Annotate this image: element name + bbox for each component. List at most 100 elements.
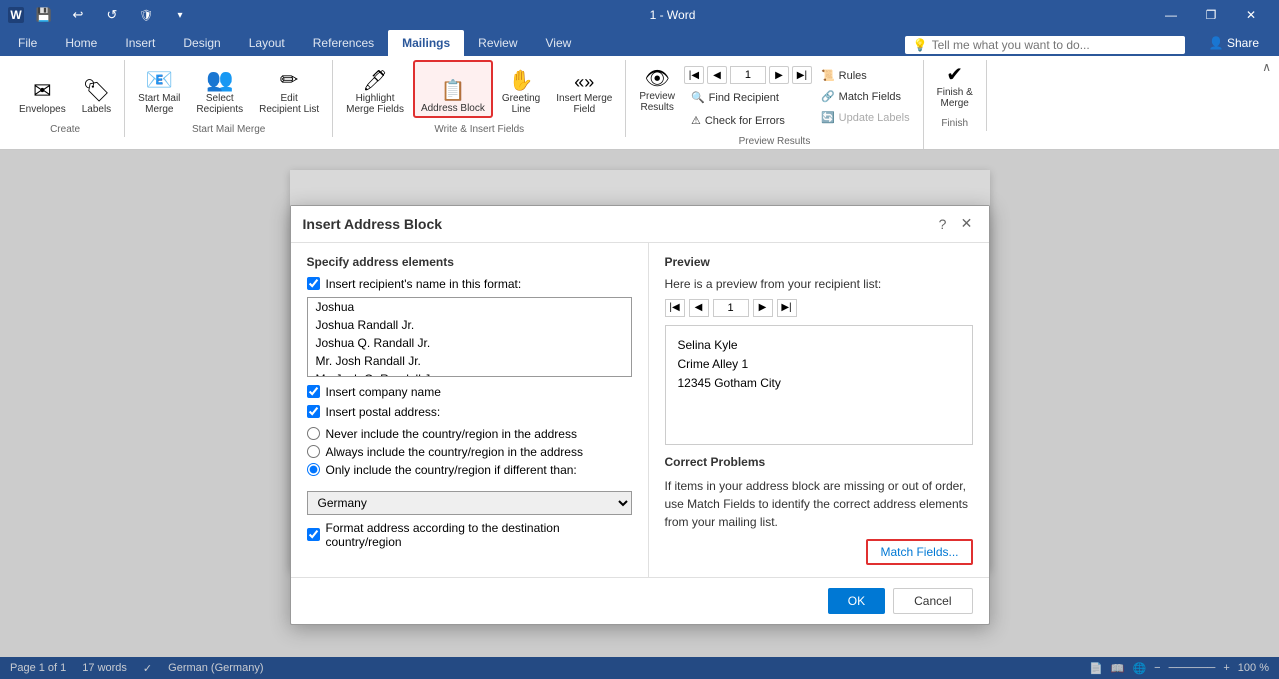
preview-nav-next[interactable]: ▶ — [753, 299, 773, 317]
tab-design[interactable]: Design — [169, 30, 234, 56]
select-recipients-label: SelectRecipients — [196, 93, 243, 115]
dialog-close-button[interactable]: ✕ — [957, 214, 977, 234]
rules-button[interactable]: 📜 Rules — [814, 66, 917, 85]
name-format-list[interactable]: Joshua Joshua Randall Jr. Joshua Q. Rand… — [307, 297, 632, 377]
create-group-label: Create — [50, 122, 80, 137]
correct-problems-section: Correct Problems If items in your addres… — [665, 455, 973, 531]
preview-nav-first[interactable]: |◀ — [665, 299, 685, 317]
qat-dropdown-button[interactable]: ▾ — [166, 1, 194, 29]
tab-layout[interactable]: Layout — [235, 30, 299, 56]
preview-line3: 12345 Gotham City — [678, 374, 960, 393]
restore-button[interactable]: ❐ — [1191, 0, 1231, 30]
app-window: W 💾 ↩ ↺ 🛡 ▾ 1 - Word — ❐ ✕ File Home Ins… — [0, 0, 1279, 679]
preview-nav-last[interactable]: ▶| — [777, 299, 797, 317]
tab-references[interactable]: References — [299, 30, 388, 56]
document-title: 1 - Word — [194, 8, 1151, 22]
start-mail-merge-button[interactable]: 📧 Start MailMerge — [131, 60, 187, 118]
insert-postal-checkbox[interactable] — [307, 405, 320, 418]
preview-nav: |◀ ◀ ▶ ▶| — [665, 299, 973, 317]
ok-button[interactable]: OK — [828, 588, 885, 614]
insert-name-checkbox[interactable] — [307, 277, 320, 290]
dialog-footer: OK Cancel — [291, 577, 989, 624]
protect-button[interactable]: 🛡 — [132, 1, 160, 29]
ribbon-group-start-items: 📧 Start MailMerge 👥 SelectRecipients ✏ E… — [131, 60, 326, 120]
insert-name-row: Insert recipient's name in this format: — [307, 277, 632, 291]
nav-last-button[interactable]: ▶| — [792, 66, 812, 84]
tab-mailings[interactable]: Mailings — [388, 30, 464, 56]
radio-never[interactable] — [307, 427, 320, 440]
highlight-merge-fields-button[interactable]: 🖊 HighlightMerge Fields — [339, 60, 411, 118]
minimize-button[interactable]: — — [1151, 0, 1191, 30]
name-option-joshua[interactable]: Joshua — [308, 298, 631, 316]
dialog-help-button[interactable]: ? — [933, 214, 953, 234]
tab-insert[interactable]: Insert — [111, 30, 169, 56]
nav-prev-button[interactable]: ◀ — [707, 66, 727, 84]
name-option-joshua-randall[interactable]: Joshua Randall Jr. — [308, 316, 631, 334]
title-bar-left: W 💾 ↩ ↺ 🛡 ▾ — [8, 1, 194, 29]
nav-first-button[interactable]: |◀ — [684, 66, 704, 84]
edit-recipient-list-button[interactable]: ✏ EditRecipient List — [252, 60, 326, 118]
tab-view[interactable]: View — [532, 30, 586, 56]
greeting-line-button[interactable]: ✋ GreetingLine — [495, 60, 547, 118]
name-option-mr-josh-randall[interactable]: Mr. Josh Randall Jr. — [308, 352, 631, 370]
redo-button[interactable]: ↺ — [98, 1, 126, 29]
preview-nav-prev[interactable]: ◀ — [689, 299, 709, 317]
tab-review[interactable]: Review — [464, 30, 531, 56]
preview-results-button[interactable]: 👁 PreviewResults — [632, 64, 682, 116]
tab-file[interactable]: File — [4, 30, 51, 56]
name-option-mr-josh-q-randall[interactable]: Mr. Josh Q. Randall Jr. — [308, 370, 631, 377]
ribbon-collapse-button[interactable]: ∧ — [1262, 60, 1271, 74]
select-recipients-button[interactable]: 👥 SelectRecipients — [189, 60, 250, 118]
edit-recipient-list-icon: ✏ — [280, 69, 298, 91]
match-fields-ribbon-button[interactable]: 🔗 Match Fields — [814, 87, 917, 106]
match-fields-button[interactable]: Match Fields... — [866, 539, 972, 565]
title-bar-right: — ❐ ✕ — [1151, 0, 1271, 30]
radio-always[interactable] — [307, 445, 320, 458]
find-recipient-button[interactable]: 🔍 Find Recipient — [684, 88, 812, 107]
dialog-title-bar: Insert Address Block ? ✕ — [291, 206, 989, 243]
finish-merge-button[interactable]: ✔ Finish &Merge — [930, 60, 980, 112]
insert-postal-row: Insert postal address: — [307, 405, 632, 419]
close-button[interactable]: ✕ — [1231, 0, 1271, 30]
ribbon-group-create: ✉ Envelopes 🏷 Labels Create — [6, 60, 125, 137]
save-button[interactable]: 💾 — [30, 1, 58, 29]
ribbon-group-finish-items: ✔ Finish &Merge — [930, 60, 980, 114]
insert-merge-field-button[interactable]: «» Insert MergeField — [549, 60, 619, 118]
match-fields-ribbon-label: Match Fields — [839, 91, 901, 103]
radio-always-row: Always include the country/region in the… — [307, 445, 632, 459]
nav-next-button[interactable]: ▶ — [769, 66, 789, 84]
labels-button[interactable]: 🏷 Labels — [75, 60, 118, 118]
format-checkbox-row: Format address according to the destinat… — [307, 521, 632, 549]
dialog-body: Specify address elements Insert recipien… — [291, 243, 989, 577]
radio-only[interactable] — [307, 463, 320, 476]
match-fields-icon: 🔗 — [821, 90, 835, 103]
format-address-checkbox[interactable] — [307, 528, 320, 541]
tell-me-input[interactable] — [932, 38, 1177, 52]
country-dropdown[interactable]: Germany United States United Kingdom Fra… — [307, 491, 632, 515]
insert-company-checkbox[interactable] — [307, 385, 320, 398]
update-labels-button[interactable]: 🔄 Update Labels — [814, 108, 917, 127]
finish-merge-label: Finish &Merge — [937, 87, 973, 109]
nav-page-input[interactable] — [730, 66, 766, 84]
ribbon-group-write-insert: 🖊 HighlightMerge Fields 📋 Address Block … — [333, 60, 626, 137]
rules-icon: 📜 — [821, 69, 835, 82]
tab-home[interactable]: Home — [51, 30, 111, 56]
undo-button[interactable]: ↩ — [64, 1, 92, 29]
start-mail-merge-group-label: Start Mail Merge — [192, 122, 265, 137]
preview-desc: Here is a preview from your recipient li… — [665, 277, 973, 291]
name-option-joshua-q-randall[interactable]: Joshua Q. Randall Jr. — [308, 334, 631, 352]
update-labels-label: Update Labels — [839, 112, 910, 124]
share-button[interactable]: 👤 Share — [1197, 32, 1271, 54]
envelopes-button[interactable]: ✉ Envelopes — [12, 60, 73, 118]
preview-nav-input[interactable] — [713, 299, 749, 317]
check-errors-label: Check for Errors — [705, 115, 785, 127]
ribbon-content: ✉ Envelopes 🏷 Labels Create 📧 Start Mail… — [0, 56, 1279, 150]
ribbon-group-finish: ✔ Finish &Merge Finish — [924, 60, 987, 131]
check-for-errors-button[interactable]: ⚠ Check for Errors — [684, 111, 812, 130]
ribbon-group-start-mail-merge: 📧 Start MailMerge 👥 SelectRecipients ✏ E… — [125, 60, 333, 137]
insert-merge-field-label: Insert MergeField — [556, 93, 612, 115]
dialog-title: Insert Address Block — [303, 216, 443, 232]
cancel-button[interactable]: Cancel — [893, 588, 972, 614]
preview-line1: Selina Kyle — [678, 336, 960, 355]
address-block-button[interactable]: 📋 Address Block — [413, 60, 493, 118]
